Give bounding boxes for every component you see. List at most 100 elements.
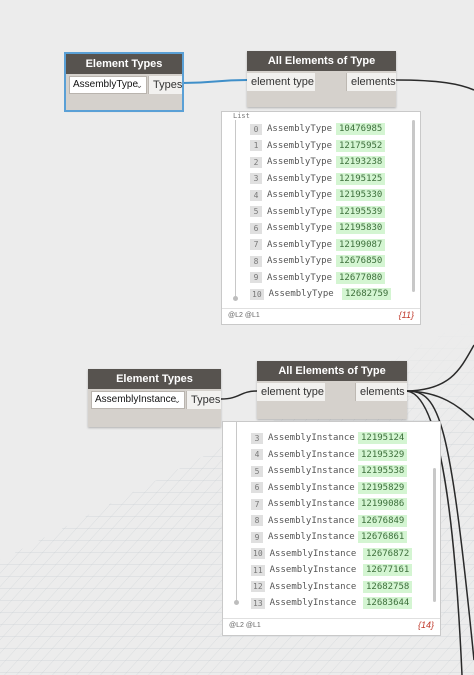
list-item: 10 AssemblyType 12682759 — [250, 286, 410, 302]
list-index: 3 — [251, 432, 263, 444]
watch-preview-1[interactable]: List @L2 @L1 {11} 0 AssemblyType 10476985 1… — [221, 111, 421, 325]
list-item: 6 AssemblyType 12195830 — [250, 220, 410, 236]
list-item: 10 AssemblyInstance 12676872 — [251, 546, 430, 562]
element-id-value: 12193238 — [336, 156, 386, 168]
element-id-value: 12682758 — [363, 580, 413, 593]
element-id-value: 12199086 — [358, 498, 408, 510]
element-type-label: AssemblyInstance — [268, 466, 355, 476]
list-item: 13 AssemblyInstance 12683644 — [251, 595, 430, 611]
element-type-label: AssemblyType — [267, 124, 333, 134]
element-types-node-2[interactable]: Element Types AssemblyInstance ⌄ Types — [88, 369, 221, 427]
preview-scrollbar[interactable] — [433, 468, 436, 602]
node-title: Element Types — [66, 54, 182, 74]
node-title: Element Types — [88, 369, 221, 389]
list-index: 6 — [250, 222, 262, 234]
item-count: {14} — [417, 620, 434, 630]
list-item: 3 AssemblyType 12195125 — [250, 171, 410, 187]
list-index: 6 — [251, 482, 263, 493]
element-type-dropdown[interactable]: AssemblyType ⌄ — [69, 76, 147, 94]
element-id-value: 12682759 — [342, 288, 392, 300]
element-type-label: AssemblyInstance — [268, 499, 355, 509]
list-label: List — [233, 112, 250, 120]
element-id-value: 12195329 — [358, 448, 408, 461]
list-index: 5 — [251, 465, 263, 477]
list-item: 8 AssemblyInstance 12676849 — [251, 513, 430, 529]
list-index: 2 — [250, 156, 262, 168]
preview-footer-divider — [222, 308, 420, 309]
watch-preview-2[interactable]: @L2 @L1 {14} 3 AssemblyInstance 12195124 4 A… — [222, 421, 441, 636]
list-index: 1 — [250, 140, 262, 151]
list-tree-line — [236, 422, 237, 602]
list-item: 8 AssemblyType 12676850 — [250, 253, 410, 269]
list-index: 13 — [251, 597, 265, 609]
element-type-label: AssemblyInstance — [268, 482, 355, 493]
element-type-input-port[interactable]: element type — [257, 383, 325, 401]
list-levels: @L2 @L1 — [229, 622, 261, 629]
list-index: 9 — [250, 272, 262, 283]
element-id-value: 12195538 — [358, 465, 408, 477]
element-type-dropdown[interactable]: AssemblyInstance ⌄ — [91, 391, 185, 409]
element-type-label: AssemblyType — [267, 256, 333, 266]
all-elements-of-type-node-2[interactable]: All Elements of Type element type elemen… — [257, 361, 407, 419]
element-type-label: AssemblyType — [267, 140, 333, 151]
elements-output-port[interactable]: elements — [346, 73, 396, 91]
element-type-label: AssemblyType — [268, 289, 334, 299]
types-output-port[interactable]: Types — [148, 76, 182, 94]
element-type-label: AssemblyInstance — [269, 581, 357, 592]
element-type-label: AssemblyInstance — [269, 565, 357, 575]
element-id-value: 12199087 — [336, 238, 386, 251]
list-index: 0 — [250, 123, 262, 135]
element-type-label: AssemblyInstance — [269, 548, 357, 559]
list-item: 4 AssemblyInstance 12195329 — [251, 447, 430, 463]
list-index: 7 — [251, 498, 263, 510]
list-index: 3 — [250, 173, 262, 184]
list-item: 1 AssemblyType 12175952 — [250, 138, 410, 154]
element-type-label: AssemblyInstance — [268, 449, 355, 460]
elements-output-port[interactable]: elements — [355, 383, 407, 401]
list-index: 7 — [250, 239, 262, 250]
element-id-value: 12175952 — [336, 139, 386, 152]
element-id-value: 12677161 — [363, 564, 413, 576]
chevron-down-icon: ⌄ — [173, 395, 181, 405]
element-type-label: AssemblyType — [267, 272, 333, 283]
list-item: 6 AssemblyInstance 12195829 — [251, 480, 430, 496]
all-elements-of-type-node-1[interactable]: All Elements of Type element type elemen… — [247, 51, 396, 107]
list-tree-end — [234, 600, 239, 605]
list-index: 4 — [251, 449, 263, 460]
list-item: 3 AssemblyInstance 12195124 — [251, 430, 430, 446]
list-index: 9 — [251, 531, 263, 543]
element-type-label: AssemblyType — [267, 173, 333, 184]
list-index: 12 — [251, 581, 265, 592]
element-id-value: 12683644 — [363, 597, 413, 609]
list-index: 8 — [251, 515, 263, 526]
element-type-label: AssemblyInstance — [268, 433, 355, 443]
list-item: 0 AssemblyType 10476985 — [250, 121, 410, 137]
list-item: 4 AssemblyType 12195330 — [250, 187, 410, 203]
element-id-value: 12677080 — [336, 271, 386, 284]
element-id-value: 12195830 — [336, 222, 386, 234]
element-type-label: AssemblyInstance — [268, 515, 355, 526]
element-id-value: 12676861 — [358, 531, 408, 543]
element-type-label: AssemblyType — [267, 239, 333, 250]
list-index: 10 — [251, 548, 265, 559]
element-id-value: 12195125 — [336, 172, 386, 185]
list-item: 5 AssemblyInstance 12195538 — [251, 463, 430, 479]
element-id-value: 12676872 — [363, 547, 413, 560]
preview-scrollbar[interactable] — [412, 120, 415, 292]
element-types-node-1[interactable]: Element Types AssemblyType ⌄ Types — [64, 52, 184, 112]
types-output-port[interactable]: Types — [186, 391, 221, 409]
element-type-input-port[interactable]: element type — [247, 73, 315, 91]
item-count: {11} — [398, 310, 414, 320]
element-id-value: 12195829 — [358, 481, 408, 494]
element-type-label: AssemblyType — [267, 206, 333, 217]
element-id-value: 12195539 — [336, 205, 386, 218]
node-title: All Elements of Type — [247, 51, 396, 71]
list-index: 10 — [250, 288, 264, 300]
list-item: 9 AssemblyType 12677080 — [250, 270, 410, 286]
element-id-value: 12195124 — [358, 432, 408, 444]
list-item: 9 AssemblyInstance 12676861 — [251, 529, 430, 545]
node-title: All Elements of Type — [257, 361, 407, 381]
list-item: 5 AssemblyType 12195539 — [250, 204, 410, 220]
element-type-label: AssemblyInstance — [268, 532, 355, 542]
element-id-value: 12195330 — [336, 189, 386, 201]
